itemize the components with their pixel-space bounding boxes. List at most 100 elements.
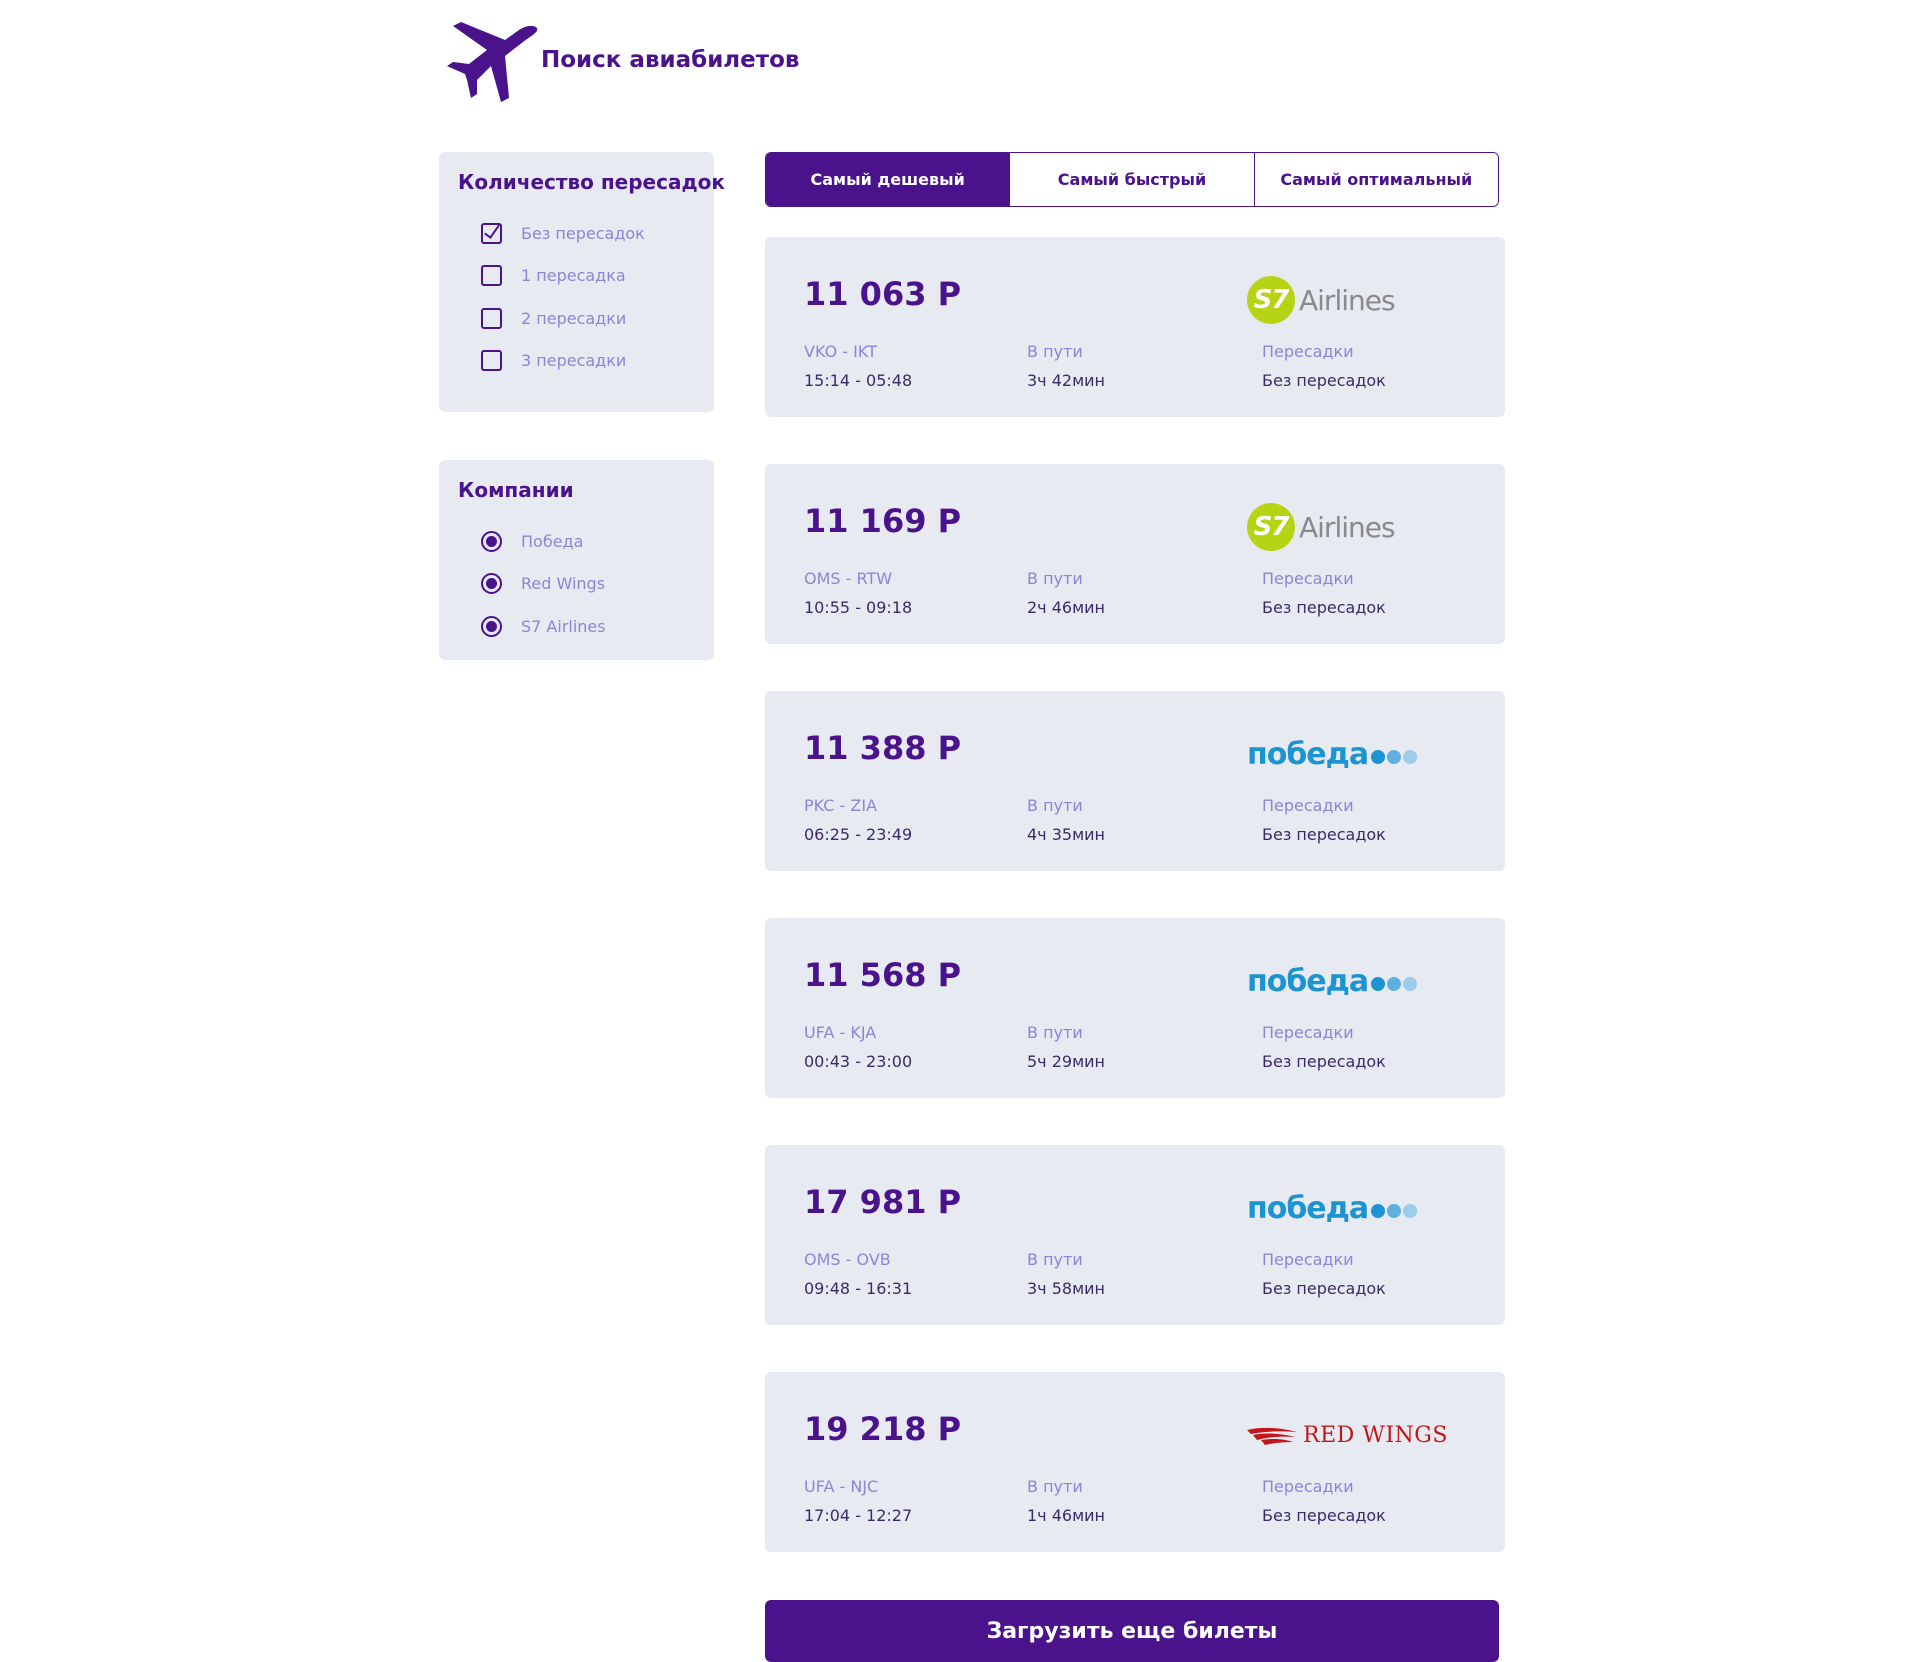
ticket-duration-column: В пути 4ч 35мин	[1027, 796, 1105, 845]
carrier-logo: S7 Airlines	[1247, 275, 1467, 325]
company-option-label: Победа	[521, 531, 584, 551]
pobeda-dot	[1403, 977, 1418, 991]
ticket-card[interactable]: 17 981 Р победа OMS - OVB 09:48 - 16:31 В пу…	[765, 1145, 1505, 1325]
tab-fastest[interactable]: Самый быстрый	[1009, 153, 1254, 206]
pobeda-dot	[1403, 1204, 1418, 1218]
ticket-stops: Без пересадок	[1262, 598, 1386, 617]
airplane-icon	[447, 22, 538, 102]
transfer-option-label: Без пересадок	[521, 223, 645, 243]
app-header: Поиск авиабилетов	[439, 22, 799, 102]
carrier-logo: победа	[1247, 729, 1467, 779]
transfer-option-label: 1 пересадка	[521, 266, 626, 286]
ticket-stops-label: Пересадки	[1262, 569, 1354, 588]
ticket-price: 17 981 Р	[804, 1183, 962, 1221]
ticket-price: 11 169 Р	[804, 502, 962, 540]
ticket-stops-column: Пересадки Без пересадок	[1262, 1477, 1386, 1526]
s7-logo-text: Airlines	[1299, 510, 1396, 544]
pobeda-dot	[1371, 977, 1386, 991]
ticket-stops-column: Пересадки Без пересадок	[1262, 796, 1386, 845]
transfer-option[interactable]: 1 пересадка	[458, 255, 714, 298]
pobeda-logo: победа	[1247, 1191, 1419, 1226]
ticket-duration: 5ч 29мин	[1027, 1052, 1106, 1071]
carrier-logo: победа	[1247, 1183, 1467, 1233]
ticket-stops-label: Пересадки	[1262, 1477, 1354, 1496]
pobeda-logo-text: победа	[1247, 1190, 1369, 1226]
ticket-price: 11 568 Р	[804, 956, 962, 994]
transfer-option[interactable]: Без пересадок	[458, 212, 714, 255]
ticket-list: 11 063 Р S7 Airlines VKO - IKT 15:14 - 05:48…	[765, 237, 1505, 1599]
ticket-stops: Без пересадок	[1262, 1052, 1386, 1071]
ticket-duration: 3ч 58мин	[1027, 1279, 1106, 1298]
ticket-route: UFA - KJA	[804, 1023, 877, 1042]
transfer-checkbox[interactable]	[481, 350, 502, 372]
red-wings-logo-text: RED WINGS	[1303, 1422, 1448, 1448]
ticket-stops-label: Пересадки	[1262, 1023, 1354, 1042]
ticket-route-column: UFA - KJA 00:43 - 23:00	[804, 1023, 912, 1072]
ticket-stops-column: Пересадки Без пересадок	[1262, 342, 1386, 391]
ticket-stops: Без пересадок	[1262, 825, 1386, 844]
ticket-price: 11 063 Р	[804, 275, 962, 313]
s7-logo-mark: S7	[1247, 276, 1295, 324]
ticket-stops-label: Пересадки	[1262, 342, 1354, 361]
transfer-option[interactable]: 3 пересадки	[458, 340, 714, 383]
ticket-duration-label: В пути	[1027, 342, 1083, 361]
companies-option-list: Победа Red Wings S7 Airlines	[458, 520, 714, 648]
ticket-stops-column: Пересадки Без пересадок	[1262, 1250, 1386, 1299]
transfer-checkbox[interactable]	[481, 265, 502, 287]
ticket-duration-label: В пути	[1027, 1023, 1083, 1042]
pobeda-dot	[1387, 750, 1402, 764]
ticket-duration: 4ч 35мин	[1027, 825, 1106, 844]
pobeda-logo-text: победа	[1247, 736, 1369, 772]
ticket-stops: Без пересадок	[1262, 1279, 1386, 1298]
ticket-route: OMS - RTW	[804, 569, 893, 588]
ticket-route-column: OMS - RTW 10:55 - 09:18	[804, 569, 912, 618]
ticket-duration-column: В пути 1ч 46мин	[1027, 1477, 1105, 1526]
ticket-card[interactable]: 19 218 Р RED WINGS UFA - NJC 17:04 - 12:27 В…	[765, 1372, 1505, 1552]
pobeda-dot	[1403, 750, 1418, 764]
ticket-route: OMS - OVB	[804, 1250, 891, 1269]
company-option[interactable]: Red Wings	[458, 563, 714, 606]
companies-filter-title: Компании	[458, 478, 574, 502]
ticket-stops-column: Пересадки Без пересадок	[1262, 569, 1386, 618]
transfers-filter-panel: Количество пересадок Без пересадок 1 пере…	[439, 152, 725, 412]
ticket-route-column: PKC - ZIA 06:25 - 23:49	[804, 796, 912, 845]
pobeda-logo-dots	[1371, 1204, 1419, 1218]
ticket-card[interactable]: 11 388 Р победа PKC - ZIA 06:25 - 23:49 В пу…	[765, 691, 1505, 871]
ticket-route: VKO - IKT	[804, 342, 877, 361]
ticket-time: 06:25 - 23:49	[804, 825, 913, 844]
ticket-time: 00:43 - 23:00	[804, 1052, 913, 1071]
pobeda-dot	[1371, 750, 1386, 764]
ticket-stops-column: Пересадки Без пересадок	[1262, 1023, 1386, 1072]
transfer-option-label: 2 пересадки	[521, 308, 627, 328]
company-radio[interactable]	[481, 615, 502, 637]
s7-logo-mark: S7	[1247, 503, 1295, 551]
ticket-price: 19 218 Р	[804, 1410, 962, 1448]
red-wings-swoosh-icon	[1247, 1427, 1297, 1445]
company-radio[interactable]	[481, 530, 502, 552]
ticket-stops: Без пересадок	[1262, 1506, 1386, 1525]
ticket-duration-label: В пути	[1027, 796, 1083, 815]
company-option[interactable]: Победа	[458, 520, 714, 563]
ticket-card[interactable]: 11 169 Р S7 Airlines OMS - RTW 10:55 - 09:18…	[765, 464, 1505, 644]
pobeda-logo-dots	[1371, 977, 1419, 991]
ticket-route-column: VKO - IKT 15:14 - 05:48	[804, 342, 912, 391]
carrier-logo: S7 Airlines	[1247, 502, 1467, 552]
app-title: Поиск авиабилетов	[541, 47, 800, 73]
transfer-option[interactable]: 2 пересадки	[458, 297, 714, 340]
ticket-route-column: OMS - OVB 09:48 - 16:31	[804, 1250, 912, 1299]
pobeda-logo-text: победа	[1247, 963, 1369, 999]
ticket-card[interactable]: 11 568 Р победа UFA - KJA 00:43 - 23:00 В пу…	[765, 918, 1505, 1098]
ticket-time: 15:14 - 05:48	[804, 371, 913, 390]
company-option[interactable]: S7 Airlines	[458, 605, 714, 648]
transfer-checkbox[interactable]	[481, 307, 502, 329]
ticket-duration-label: В пути	[1027, 1477, 1083, 1496]
company-radio[interactable]	[481, 573, 502, 595]
transfer-option-label: 3 пересадки	[521, 351, 627, 371]
company-option-label: Red Wings	[521, 574, 606, 594]
ticket-card[interactable]: 11 063 Р S7 Airlines VKO - IKT 15:14 - 05:48…	[765, 237, 1505, 417]
tab-cheapest[interactable]: Самый дешевый	[766, 153, 1010, 206]
tab-optimal[interactable]: Самый оптимальный	[1253, 153, 1498, 206]
red-wings-logo: RED WINGS	[1247, 1423, 1448, 1448]
transfer-checkbox[interactable]	[481, 222, 502, 244]
load-more-button[interactable]: Загрузить еще билеты	[765, 1600, 1499, 1662]
